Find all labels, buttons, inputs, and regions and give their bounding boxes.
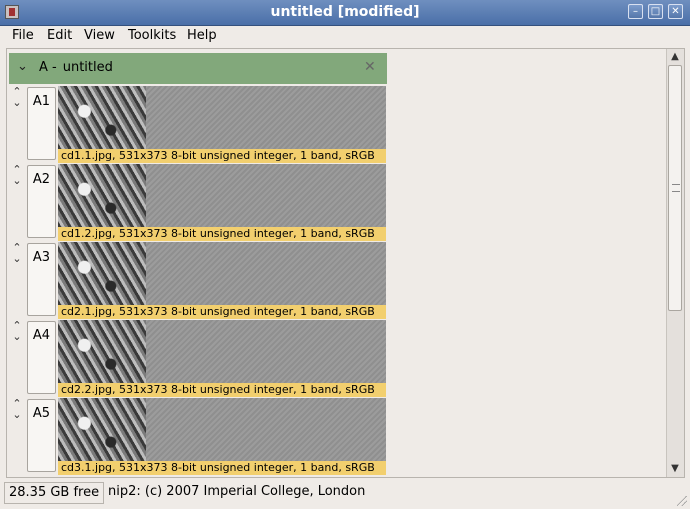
column-id: A - [39,60,57,75]
row-label: A4 [32,328,51,343]
menu-view[interactable]: View [84,28,115,43]
grip-icon [672,184,680,192]
column-title: A - untitled [39,60,113,75]
status-message: nip2: (c) 2007 Imperial College, London [108,484,366,499]
row-button[interactable]: A1 [27,87,56,160]
menu-toolkits[interactable]: Toolkits [128,28,176,43]
row-label: A5 [32,406,51,421]
row-button[interactable]: A4 [27,321,56,394]
scrollbar-thumb[interactable] [668,65,682,311]
scroll-down-icon[interactable]: ▼ [669,463,681,475]
close-button[interactable]: ✕ [668,4,683,19]
row-a5: ⌃ ⌄ A5 cd3.1.jpg, 531x373 8-bit unsigned … [7,398,397,476]
row-updown-icon[interactable]: ⌃ ⌄ [10,398,24,420]
row-a2: ⌃ ⌄ A2 cd1.2.jpg, 531x373 8-bit unsigned … [7,164,397,242]
window-title: untitled [modified] [270,4,420,20]
row-button[interactable]: A3 [27,243,56,316]
image-caption: cd2.1.jpg, 531x373 8-bit unsigned intege… [58,305,386,319]
row-a3: ⌃ ⌄ A3 cd2.1.jpg, 531x373 8-bit unsigned … [7,242,397,320]
image-preview [58,86,146,149]
image-thumbnail[interactable] [58,398,386,461]
image-thumbnail[interactable] [58,242,386,305]
row-updown-icon[interactable]: ⌃ ⌄ [10,86,24,108]
image-caption: cd1.1.jpg, 531x373 8-bit unsigned intege… [58,149,386,163]
title-bar: untitled [modified] – □ ✕ [0,0,690,26]
column-header[interactable]: ⌄ A - untitled ✕ [9,53,387,84]
row-label: A2 [32,172,51,187]
image-caption: cd3.1.jpg, 531x373 8-bit unsigned intege… [58,461,386,475]
scroll-up-icon[interactable]: ▲ [669,51,681,63]
collapse-chevron-icon[interactable]: ⌄ [17,59,28,74]
row-a1: ⌃ ⌄ A1 cd1.1.jpg, 531x373 8-bit unsigned … [7,86,397,164]
vertical-scrollbar[interactable]: ▲ ▼ [666,49,684,477]
row-a4: ⌃ ⌄ A4 cd2.2.jpg, 531x373 8-bit unsigned … [7,320,397,398]
row-button[interactable]: A2 [27,165,56,238]
status-bar: 28.35 GB free nip2: (c) 2007 Imperial Co… [0,480,690,509]
free-space-indicator: 28.35 GB free [4,482,105,504]
column-close-icon[interactable]: ✕ [364,59,376,75]
row-updown-icon[interactable]: ⌃ ⌄ [10,242,24,264]
image-preview [58,242,146,305]
image-caption: cd1.2.jpg, 531x373 8-bit unsigned intege… [58,227,386,241]
image-caption: cd2.2.jpg, 531x373 8-bit unsigned intege… [58,383,386,397]
image-thumbnail[interactable] [58,86,386,149]
image-preview [58,164,146,227]
minimize-button[interactable]: – [628,4,643,19]
row-label: A1 [32,94,51,109]
resize-grip-icon[interactable] [677,496,687,506]
row-button[interactable]: A5 [27,399,56,472]
image-thumbnail[interactable] [58,320,386,383]
maximize-button[interactable]: □ [648,4,663,19]
column-name[interactable]: untitled [63,60,113,75]
row-updown-icon[interactable]: ⌃ ⌄ [10,164,24,186]
menu-file[interactable]: File [12,28,34,43]
row-label: A3 [32,250,51,265]
image-preview [58,398,146,461]
menu-edit[interactable]: Edit [47,28,72,43]
workspace[interactable]: ⌄ A - untitled ✕ ⌃ ⌄ A1 cd1.1.jpg, 531x373… [6,48,685,478]
menu-bar: File Edit View Toolkits Help [0,26,690,47]
image-preview [58,320,146,383]
menu-help[interactable]: Help [187,28,217,43]
image-thumbnail[interactable] [58,164,386,227]
row-updown-icon[interactable]: ⌃ ⌄ [10,320,24,342]
